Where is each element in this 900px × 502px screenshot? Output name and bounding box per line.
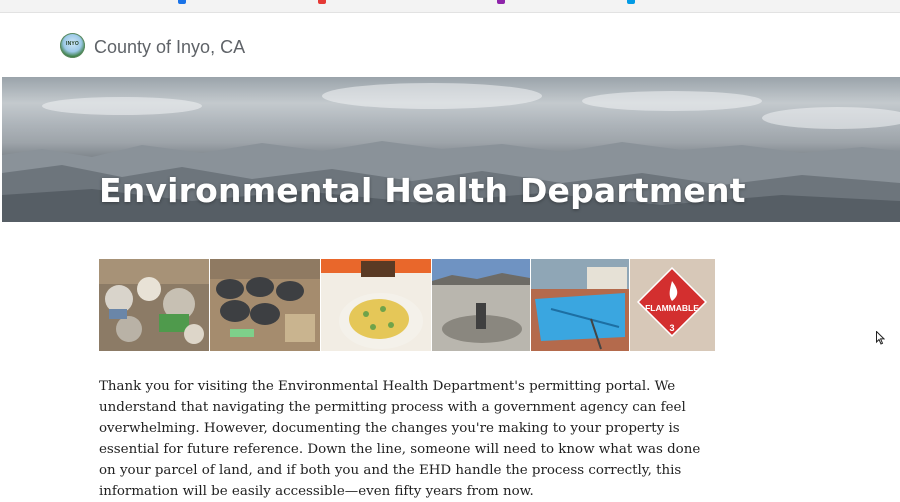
photo-water-well: [432, 259, 530, 351]
photo-hazardous-materials: FLAMMABLE 3: [630, 259, 715, 351]
site-title[interactable]: County of Inyo, CA: [94, 37, 245, 58]
bookmark-icon-purple[interactable]: [497, 0, 505, 4]
program-photo-gallery: FLAMMABLE 3: [99, 259, 715, 351]
placard-class-number: 3: [669, 323, 674, 333]
photo-solid-waste: [99, 259, 209, 351]
county-logo-text: INYO: [65, 41, 80, 47]
hero-cloud: [42, 97, 202, 115]
photo-swimming-pool: [531, 259, 629, 351]
hero-cloud: [582, 91, 762, 111]
photo-food-service: [321, 259, 431, 351]
placard-label: FLAMMABLE: [645, 303, 699, 313]
photo-septic-chambers: [210, 259, 320, 351]
bookmark-icon-cyan[interactable]: [627, 0, 635, 4]
county-logo[interactable]: INYO: [60, 33, 85, 58]
page-title: Environmental Health Department: [99, 171, 746, 210]
hero-cloud: [762, 107, 900, 129]
site-header: INYO County of Inyo, CA: [0, 13, 900, 77]
bookmark-icon-red[interactable]: [318, 0, 326, 4]
browser-bookmark-strip: [0, 0, 900, 13]
hero-banner: Environmental Health Department: [2, 77, 900, 222]
bookmark-icon-blue[interactable]: [178, 0, 186, 4]
hero-cloud: [322, 83, 542, 109]
mouse-cursor-icon: [876, 331, 885, 345]
intro-paragraph: Thank you for visiting the Environmental…: [99, 379, 701, 499]
